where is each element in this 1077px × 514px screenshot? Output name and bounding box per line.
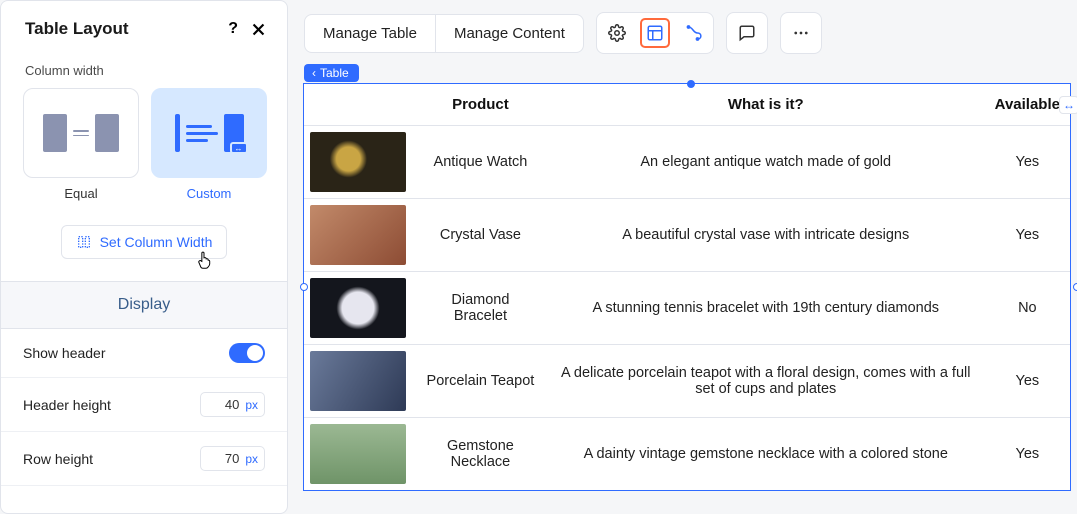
- header-height-label: Header height: [23, 397, 111, 413]
- row-height-input[interactable]: px: [200, 446, 265, 471]
- row-available: Yes: [985, 199, 1070, 272]
- col-product: Product: [414, 84, 547, 126]
- tab-manage-content[interactable]: Manage Content: [435, 15, 583, 52]
- show-header-row: Show header: [1, 329, 287, 378]
- comment-icon[interactable]: [732, 18, 762, 48]
- column-width-options: Equal Custom: [1, 88, 287, 207]
- row-what: An elegant antique watch made of gold: [547, 126, 985, 199]
- table-row[interactable]: Gemstone NecklaceA dainty vintage gemsto…: [304, 418, 1070, 491]
- more-icon[interactable]: [786, 18, 816, 48]
- column-width-label: Column width: [1, 53, 287, 88]
- unit-label: px: [245, 398, 258, 412]
- row-height-value[interactable]: [207, 451, 239, 466]
- help-icon[interactable]: ?: [228, 20, 238, 38]
- row-what: A stunning tennis bracelet with 19th cen…: [547, 272, 985, 345]
- table-selection[interactable]: ↔ Product What is it? Available Antique …: [304, 84, 1077, 490]
- tool-icon-group: [596, 12, 714, 54]
- table-row[interactable]: Diamond BraceletA stunning tennis bracel…: [304, 272, 1070, 345]
- header-height-input[interactable]: px: [200, 392, 265, 417]
- row-what: A beautiful crystal vase with intricate …: [547, 199, 985, 272]
- selection-handle-left[interactable]: [300, 283, 308, 291]
- row-product: Gemstone Necklace: [414, 418, 547, 491]
- display-section-header: Display: [1, 282, 287, 329]
- row-what: A dainty vintage gemstone necklace with …: [547, 418, 985, 491]
- set-column-width-button[interactable]: Set Column Width: [61, 225, 228, 259]
- row-available: Yes: [985, 418, 1070, 491]
- width-option-equal[interactable]: Equal: [23, 88, 139, 201]
- manage-tabs: Manage Table Manage Content: [304, 14, 584, 53]
- table-row[interactable]: Porcelain TeapotA delicate porcelain tea…: [304, 345, 1070, 418]
- layout-icon[interactable]: [640, 18, 670, 48]
- row-product: Diamond Bracelet: [414, 272, 547, 345]
- row-product: Porcelain Teapot: [414, 345, 547, 418]
- row-available: Yes: [985, 345, 1070, 418]
- main-area: Manage Table Manage Content Table: [288, 0, 1077, 514]
- panel-header: Table Layout ?: [1, 1, 287, 53]
- row-product: Crystal Vase: [414, 199, 547, 272]
- row-what: A delicate porcelain teapot with a flora…: [547, 345, 985, 418]
- row-available: No: [985, 272, 1070, 345]
- tab-manage-table[interactable]: Manage Table: [305, 15, 435, 52]
- col-what: What is it?: [547, 84, 985, 126]
- row-thumbnail: [304, 418, 414, 491]
- col-available: Available: [985, 84, 1070, 126]
- show-header-toggle[interactable]: [229, 343, 265, 363]
- row-thumbnail: [304, 126, 414, 199]
- unit-label: px: [245, 452, 258, 466]
- table-row[interactable]: Antique WatchAn elegant antique watch ma…: [304, 126, 1070, 199]
- close-icon[interactable]: [250, 21, 267, 38]
- width-option-custom-label: Custom: [187, 186, 232, 201]
- breadcrumb-table[interactable]: Table: [304, 64, 359, 82]
- toolbar: Manage Table Manage Content: [304, 12, 1077, 54]
- selection-handle-right[interactable]: [1073, 283, 1077, 291]
- row-height-label: Row height: [23, 451, 93, 467]
- row-thumbnail: [304, 199, 414, 272]
- row-product: Antique Watch: [414, 126, 547, 199]
- header-height-row: Header height px: [1, 378, 287, 432]
- row-height-row: Row height px: [1, 432, 287, 486]
- resize-width-icon[interactable]: ↔: [1059, 96, 1077, 114]
- animate-icon[interactable]: [678, 18, 708, 48]
- row-thumbnail: [304, 272, 414, 345]
- row-thumbnail: [304, 345, 414, 418]
- table-header-row: Product What is it? Available: [304, 84, 1070, 126]
- table-layout-panel: Table Layout ? Column width Equal: [0, 0, 288, 514]
- settings-icon[interactable]: [602, 18, 632, 48]
- table-row[interactable]: Crystal VaseA beautiful crystal vase wit…: [304, 199, 1070, 272]
- width-option-custom[interactable]: Custom: [151, 88, 267, 201]
- panel-title: Table Layout: [25, 19, 129, 39]
- selection-handle-top[interactable]: [687, 80, 695, 88]
- data-table: Product What is it? Available Antique Wa…: [304, 84, 1070, 490]
- row-available: Yes: [985, 126, 1070, 199]
- show-header-label: Show header: [23, 345, 106, 361]
- width-option-equal-label: Equal: [64, 186, 97, 201]
- set-column-width-label: Set Column Width: [100, 234, 213, 250]
- header-height-value[interactable]: [207, 397, 239, 412]
